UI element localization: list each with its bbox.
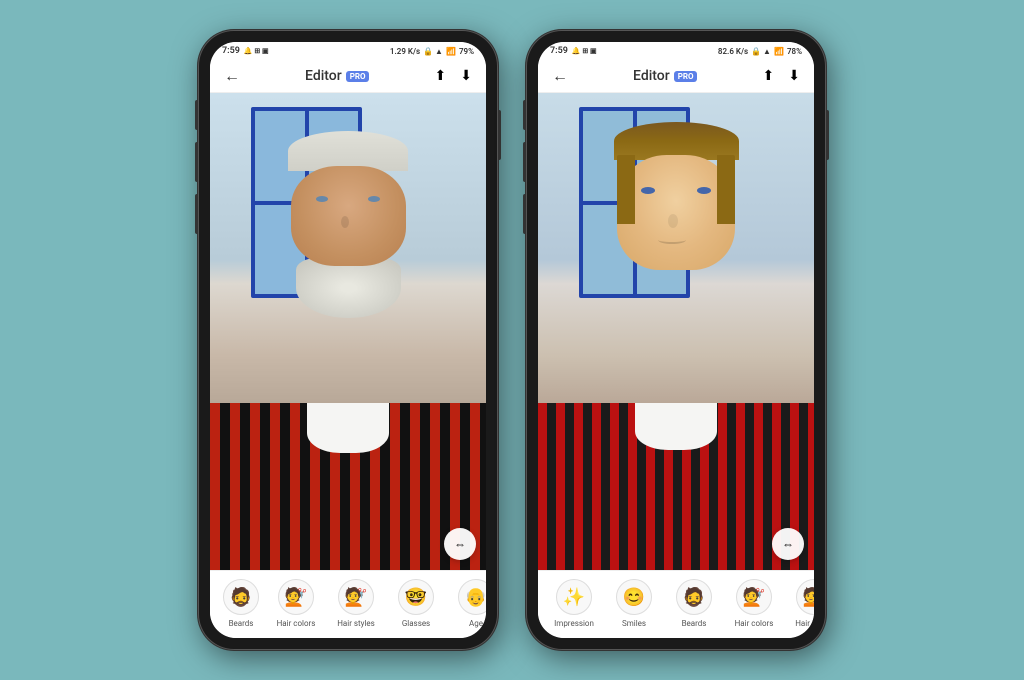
header-title-right: Editor PRO	[633, 68, 697, 84]
status-bar-left: 7:59 🔔 ⊞ ▣ 1.29 K/s 🔒 ▲ 📶 79%	[210, 42, 486, 60]
phone-left: 7:59 🔔 ⊞ ▣ 1.29 K/s 🔒 ▲ 📶 79% ← Editor	[198, 30, 498, 650]
toolbar-item-hairstyles-right[interactable]: 💇 Hair styles	[784, 579, 814, 628]
phones-container: 7:59 🔔 ⊞ ▣ 1.29 K/s 🔒 ▲ 📶 79% ← Editor	[198, 30, 826, 650]
smiles-icon-right: 😊	[616, 579, 652, 615]
impression-label-right: Impression	[554, 619, 594, 628]
download-icon-left[interactable]: ⬇	[460, 68, 472, 84]
back-button-right[interactable]: ←	[552, 66, 568, 86]
back-button-left[interactable]: ←	[224, 66, 240, 86]
toolbar-item-haircolors-right[interactable]: 💇 Hair colors	[724, 579, 784, 628]
hairstyles-icon-right: 💇	[796, 579, 814, 615]
share-icon-left[interactable]: ⬆	[435, 68, 447, 84]
phone-right-screen: 7:59 🔔 ⊞ ▣ 82.6 K/s 🔒 ▲ 📶 78% ← Editor	[538, 42, 814, 638]
toolbar-item-smiles-right[interactable]: 😊 Smiles	[604, 579, 664, 628]
haircolors-label-left: Hair colors	[277, 619, 316, 628]
toolbar-items-right: ✨ Impression 😊 Smiles 🧔	[538, 579, 814, 628]
beards-label-right: Beards	[682, 619, 707, 628]
signal-right: 82.6 K/s	[718, 47, 748, 56]
bottom-toolbar-left: 🧔 Beards 💇 Hair colors 💇	[210, 570, 486, 638]
battery-right: 78%	[787, 47, 802, 56]
phone-left-frame: 7:59 🔔 ⊞ ▣ 1.29 K/s 🔒 ▲ 📶 79% ← Editor	[198, 30, 498, 650]
bottom-toolbar-right: ✨ Impression 😊 Smiles 🧔	[538, 570, 814, 638]
hairstyles-icon-left: 💇	[338, 579, 374, 615]
haircolors-icon-left: 💇	[278, 579, 314, 615]
top-bar-icons-left: ⬆ ⬇	[435, 68, 472, 84]
hairstyles-label-right: Hair styles	[795, 619, 814, 628]
signal-left: 1.29 K/s	[390, 47, 420, 56]
share-icon-right[interactable]: ⬆	[763, 68, 775, 84]
phone-left-screen: 7:59 🔔 ⊞ ▣ 1.29 K/s 🔒 ▲ 📶 79% ← Editor	[210, 42, 486, 638]
haircolors-icon-right: 💇	[736, 579, 772, 615]
toolbar-item-beards-left[interactable]: 🧔 Beards	[216, 579, 266, 628]
top-bar-icons-right: ⬆ ⬇	[763, 68, 800, 84]
toolbar-item-glasses-left[interactable]: 🤓 Glasses	[386, 579, 446, 628]
toolbar-item-age-left[interactable]: 👴 Age	[446, 579, 486, 628]
toolbar-items-left: 🧔 Beards 💇 Hair colors 💇	[210, 579, 486, 628]
battery-left: 79%	[459, 47, 474, 56]
beards-label-left: Beards	[229, 619, 254, 628]
toolbar-item-impression-right[interactable]: ✨ Impression	[544, 579, 604, 628]
status-bar-right: 7:59 🔔 ⊞ ▣ 82.6 K/s 🔒 ▲ 📶 78%	[538, 42, 814, 60]
compare-button-left[interactable]: ⇔	[444, 528, 476, 560]
toolbar-item-beards-right[interactable]: 🧔 Beards	[664, 579, 724, 628]
header-title-left: Editor PRO	[305, 68, 369, 84]
beards-icon-right: 🧔	[676, 579, 712, 615]
toolbar-item-hairstyles-left[interactable]: 💇 Hair styles	[326, 579, 386, 628]
phone-right: 7:59 🔔 ⊞ ▣ 82.6 K/s 🔒 ▲ 📶 78% ← Editor	[526, 30, 826, 650]
smiles-label-right: Smiles	[622, 619, 646, 628]
top-bar-left: ← Editor PRO ⬆ ⬇	[210, 60, 486, 93]
photo-area-left: ⇔	[210, 93, 486, 570]
download-icon-right[interactable]: ⬇	[788, 68, 800, 84]
glasses-icon-left: 🤓	[398, 579, 434, 615]
time-left: 7:59	[222, 46, 240, 56]
phone-right-frame: 7:59 🔔 ⊞ ▣ 82.6 K/s 🔒 ▲ 📶 78% ← Editor	[526, 30, 826, 650]
haircolors-label-right: Hair colors	[735, 619, 774, 628]
photo-area-right: ⇔	[538, 93, 814, 570]
toolbar-item-haircolors-left[interactable]: 💇 Hair colors	[266, 579, 326, 628]
pro-badge-left: PRO	[346, 71, 370, 82]
hairstyles-label-left: Hair styles	[337, 619, 375, 628]
age-label-left: Age	[469, 619, 483, 628]
impression-icon-right: ✨	[556, 579, 592, 615]
time-right: 7:59	[550, 46, 568, 56]
compare-button-right[interactable]: ⇔	[772, 528, 804, 560]
top-bar-right: ← Editor PRO ⬆ ⬇	[538, 60, 814, 93]
age-icon-left: 👴	[458, 579, 486, 615]
beards-icon-left: 🧔	[223, 579, 259, 615]
pro-badge-right: PRO	[674, 71, 698, 82]
glasses-label-left: Glasses	[402, 619, 430, 628]
